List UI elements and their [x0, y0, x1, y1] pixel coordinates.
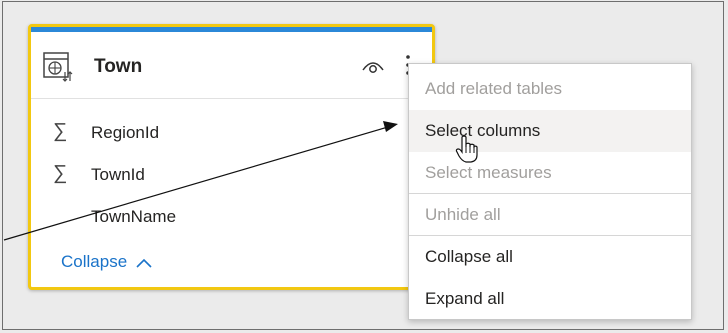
- collapse-link[interactable]: Collapse: [61, 252, 152, 272]
- chevron-up-icon: [136, 258, 152, 268]
- menu-item-add-related-tables[interactable]: Add related tables: [409, 68, 691, 110]
- table-card-town[interactable]: Town ∑ RegionId ∑ TownId TownName Collap…: [28, 24, 435, 290]
- field-row[interactable]: ∑ RegionId: [31, 117, 411, 147]
- eye-icon[interactable]: [361, 58, 385, 74]
- field-row[interactable]: TownName: [31, 201, 411, 231]
- menu-item-expand-all[interactable]: Expand all: [409, 278, 691, 320]
- sigma-icon: ∑: [53, 162, 68, 184]
- context-menu: Add related tables Select columns Select…: [408, 63, 692, 320]
- menu-item-select-measures[interactable]: Select measures: [409, 152, 691, 194]
- field-label: TownName: [91, 207, 177, 226]
- table-icon: [43, 52, 73, 82]
- menu-item-unhide-all[interactable]: Unhide all: [409, 194, 691, 236]
- sigma-icon: ∑: [53, 120, 68, 142]
- field-label: TownId: [91, 165, 145, 184]
- table-title: Town: [94, 56, 143, 77]
- field-row[interactable]: ∑ TownId: [31, 159, 411, 189]
- hand-pointer-icon: [455, 135, 478, 163]
- field-label: RegionId: [91, 123, 160, 142]
- collapse-label: Collapse: [61, 252, 128, 271]
- menu-item-collapse-all[interactable]: Collapse all: [409, 236, 691, 278]
- card-header: Town: [31, 32, 432, 99]
- menu-item-select-columns[interactable]: Select columns: [409, 110, 691, 152]
